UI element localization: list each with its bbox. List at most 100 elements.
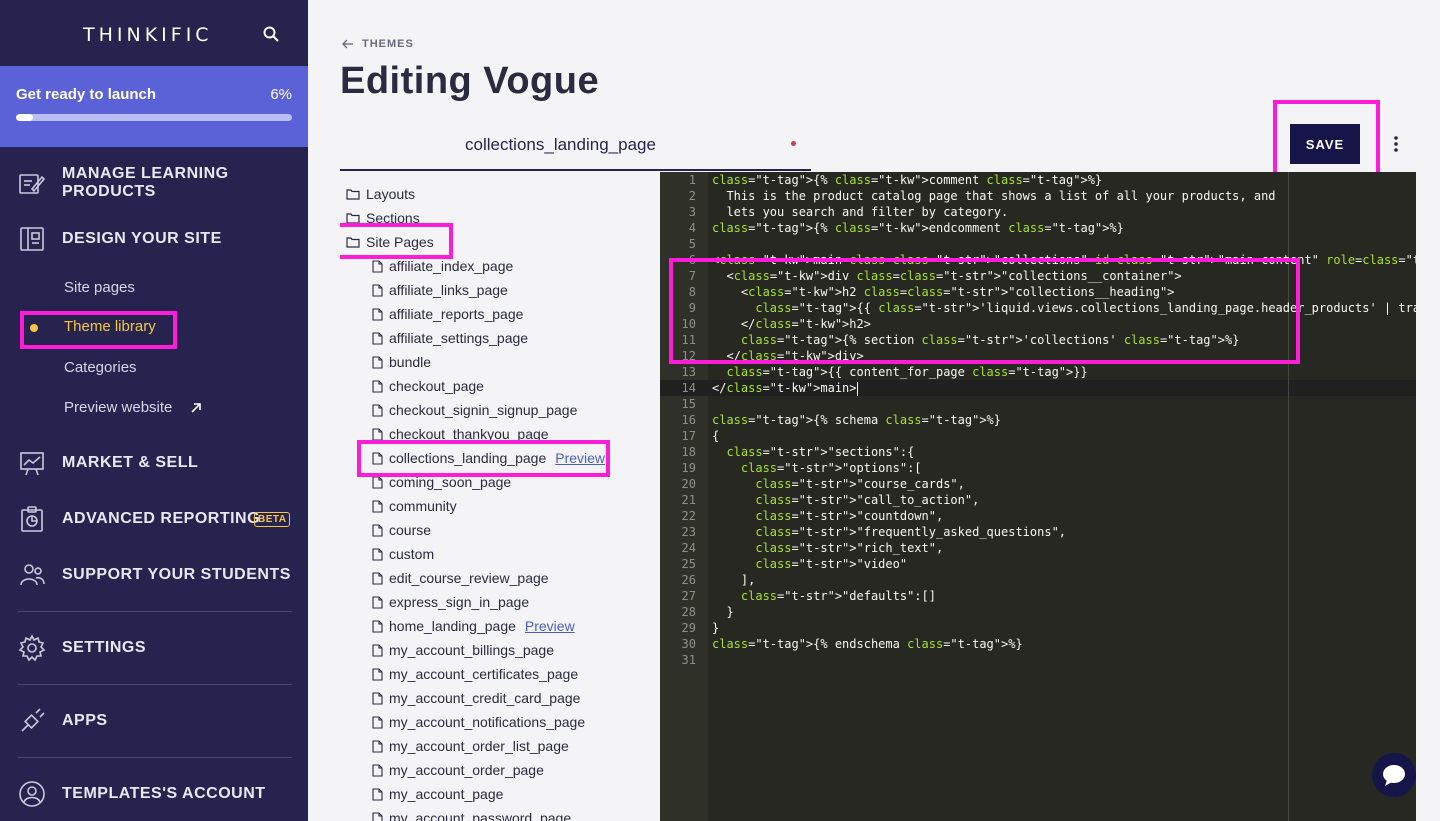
folder-layouts[interactable]: Layouts: [346, 186, 415, 202]
file-item[interactable]: my_account_page: [372, 786, 503, 802]
save-button[interactable]: SAVE: [1290, 124, 1360, 164]
nav-apps[interactable]: APPS: [0, 701, 308, 741]
line-number: 28: [681, 605, 696, 619]
code-line: 21 class="t-str">"call_to_action",: [660, 492, 1416, 508]
code-text: class="t-str">"options":[: [740, 461, 922, 475]
file-label: affiliate_settings_page: [389, 330, 529, 346]
back-to-themes-link[interactable]: THEMES: [342, 38, 414, 50]
file-item[interactable]: my_account_certificates_page: [372, 666, 578, 682]
arrow-left-icon: [342, 39, 353, 49]
file-item[interactable]: express_sign_in_page: [372, 594, 529, 610]
code-line: 20 class="t-str">"course_cards",: [660, 476, 1416, 492]
file-icon: [372, 379, 383, 393]
file-item[interactable]: custom: [372, 546, 434, 562]
nav-advanced-reporting[interactable]: ADVANCED REPORTING BETA: [0, 499, 308, 539]
line-number: 29: [681, 621, 696, 635]
file-item[interactable]: course: [372, 522, 431, 538]
chat-icon: [1383, 765, 1405, 786]
file-label: my_account_order_list_page: [389, 738, 569, 754]
file-icon: [372, 619, 383, 633]
nav-manage-learning-products[interactable]: MANAGE LEARNING PRODUCTS: [0, 163, 308, 203]
file-item[interactable]: affiliate_index_page: [372, 258, 513, 274]
thinkific-logo[interactable]: THINKIFIC: [83, 24, 213, 46]
launch-progress-card[interactable]: Get ready to launch 6%: [0, 66, 308, 147]
launch-progress-fill: [16, 114, 33, 121]
code-text: class="t-str">"sections":{: [726, 445, 915, 459]
launch-progress-bar: [16, 114, 292, 121]
nav-label: MARKET & SELL: [62, 454, 199, 471]
back-label: THEMES: [362, 38, 414, 50]
collections-page-highlight: [357, 440, 610, 477]
file-item[interactable]: my_account_credit_card_page: [372, 690, 580, 706]
code-line: 28 }: [660, 604, 1416, 620]
file-item[interactable]: checkout_signin_signup_page: [372, 402, 577, 418]
file-item[interactable]: affiliate_reports_page: [372, 306, 523, 322]
file-label: my_account_certificates_page: [389, 666, 579, 682]
line-number: 1: [688, 173, 696, 187]
code-text: }: [712, 605, 734, 619]
active-indicator-dot: [30, 324, 38, 332]
code-block-highlight: [669, 258, 1300, 364]
sidebar-item-site-pages[interactable]: Site pages: [64, 279, 135, 296]
line-number: 5: [688, 237, 696, 251]
kebab-icon[interactable]: [1387, 134, 1405, 154]
nav-label: ADVANCED REPORTING: [62, 510, 261, 527]
nav-settings[interactable]: SETTINGS: [0, 628, 308, 668]
file-item[interactable]: home_landing_page Preview: [372, 618, 575, 634]
line-number: 25: [681, 557, 696, 571]
line-number: 21: [681, 493, 696, 507]
file-item[interactable]: edit_course_review_page: [372, 570, 549, 586]
sidebar-item-categories[interactable]: Categories: [64, 359, 137, 376]
gear-icon: [18, 634, 46, 662]
tab-collections-landing-page[interactable]: collections_landing_page: [340, 128, 811, 171]
file-item[interactable]: my_account_notifications_page: [372, 714, 585, 730]
file-icon: [372, 427, 383, 441]
file-label: my_account_billings_page: [389, 642, 554, 658]
sidebar-item-theme-library[interactable]: Theme library: [64, 318, 156, 335]
file-item[interactable]: my_account_password_page: [372, 810, 571, 821]
sidebar-item-preview-website[interactable]: Preview website: [64, 399, 172, 416]
file-item[interactable]: my_account_billings_page: [372, 642, 554, 658]
code-line: 27 class="t-str">"defaults":[]: [660, 588, 1416, 604]
code-line: 13 class="t-tag">{{ content_for_page cla…: [660, 364, 1416, 380]
file-item[interactable]: affiliate_links_page: [372, 282, 508, 298]
line-number: 17: [681, 429, 696, 443]
line-number: 27: [681, 589, 696, 603]
file-item[interactable]: my_account_order_page: [372, 762, 544, 778]
code-text: class="t-tag">{% schema class="t-tag">%}: [712, 413, 1002, 427]
code-text: </class="t-kw">main>: [712, 381, 858, 396]
line-number: 15: [681, 397, 696, 411]
users-icon: [20, 564, 45, 586]
nav-label: SUPPORT YOUR STUDENTS: [62, 566, 291, 583]
user-circle-icon: [19, 781, 45, 807]
chart-icon: [20, 452, 44, 476]
code-text: class="t-tag">{% class="t-kw">endcomment…: [712, 221, 1124, 235]
file-item[interactable]: my_account_order_list_page: [372, 738, 569, 754]
file-item[interactable]: affiliate_settings_page: [372, 330, 528, 346]
nav-design-your-site[interactable]: DESIGN YOUR SITE: [0, 219, 308, 259]
file-label: community: [389, 498, 457, 514]
file-label: affiliate_links_page: [389, 282, 508, 298]
code-line: 23 class="t-str">"frequently_asked_quest…: [660, 524, 1416, 540]
line-number: 18: [681, 445, 696, 459]
nav-market-sell[interactable]: MARKET & SELL: [0, 443, 308, 483]
file-label: my_account_order_page: [389, 762, 544, 778]
nav-support-your-students[interactable]: SUPPORT YOUR STUDENTS: [0, 555, 308, 595]
file-item[interactable]: bundle: [372, 354, 431, 370]
search-icon[interactable]: [262, 25, 280, 43]
code-line: 16 class="t-tag">{% schema class="t-tag">…: [660, 412, 1416, 428]
file-icon: [372, 499, 383, 513]
code-line: 29}: [660, 620, 1416, 636]
code-text: ],: [712, 573, 756, 587]
nav-label: SETTINGS: [62, 639, 147, 656]
nav-account[interactable]: TEMPLATES'S ACCOUNT: [0, 774, 308, 814]
preview-link[interactable]: Preview: [525, 618, 575, 634]
file-icon: [372, 787, 383, 801]
code-text: class="t-str">"video": [755, 557, 908, 571]
file-item[interactable]: checkout_page: [372, 378, 484, 394]
chat-button[interactable]: [1372, 753, 1416, 797]
file-label: checkout_signin_signup_page: [389, 402, 578, 418]
file-item[interactable]: community: [372, 498, 457, 514]
file-label: checkout_page: [389, 378, 484, 394]
code-text: class="t-str">"call_to_action",: [755, 493, 980, 507]
